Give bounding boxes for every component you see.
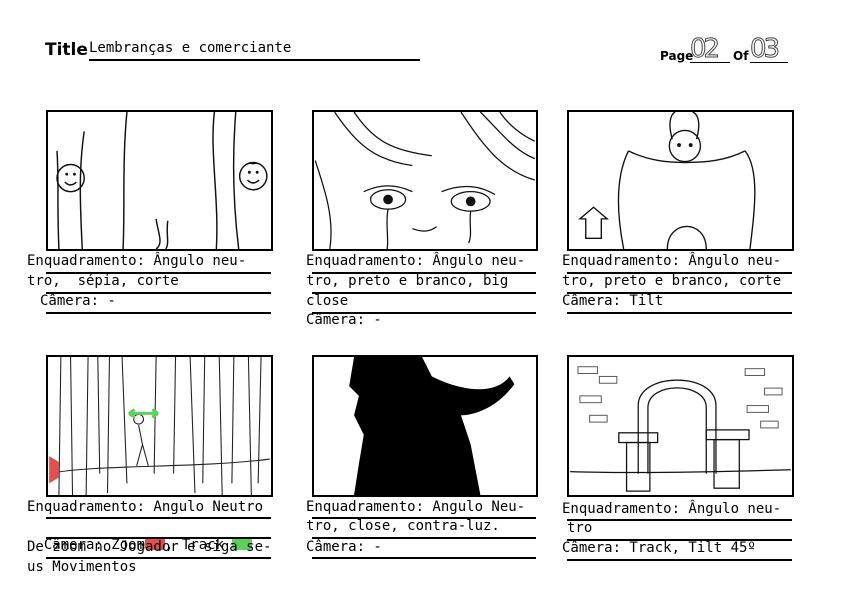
panel-4-caption-line-3: De zoom no Jogador e siga se- xyxy=(27,539,272,555)
panel-6-drawing xyxy=(570,366,791,492)
panel-2-caption-line-1: Enquadramento: Ângulo neu- xyxy=(306,253,526,269)
panel-3-drawing xyxy=(578,112,756,249)
page-label: Page xyxy=(660,49,694,63)
panel-2-caption-line-2: tro, preto e branco, big xyxy=(306,273,509,289)
panel-1-caption-line-2: tro, sépia, corte xyxy=(27,273,179,289)
panel-4-caption-line-1: Enquadramento: Angulo Neutro xyxy=(27,499,264,515)
storyboard-panel-5 xyxy=(312,355,538,497)
panel-3-rule xyxy=(567,312,792,314)
panel-3-caption-line-3: Câmera: Tilt xyxy=(562,293,664,309)
panel-1-drawing xyxy=(56,112,268,249)
panel-5-caption-line-3: Câmera: - xyxy=(306,539,382,555)
panel-3-caption-line-2: tro, preto e branco, corte xyxy=(562,273,782,289)
panel-2-caption-line-4: Câmera: - xyxy=(306,312,382,328)
panel-5-caption-line-1: Enquadramento: Angulo Neu- xyxy=(306,499,526,515)
panel-4-drawing xyxy=(49,357,270,495)
panel-1-rule xyxy=(46,312,271,314)
panel-6-rule xyxy=(567,559,792,561)
storyboard-panel-1 xyxy=(46,110,273,251)
panel-3-caption-line-1: Enquadramento: Ângulo neu- xyxy=(562,253,782,269)
panel-2-drawing xyxy=(314,112,536,249)
panel-1-caption-line-1: Enquadramento: Ângulo neu- xyxy=(27,253,247,269)
title-label: Title xyxy=(45,40,88,60)
panel-5-drawing xyxy=(349,357,515,495)
page-total: 03 xyxy=(750,36,788,63)
title-value: Lembranças e comerciante xyxy=(89,39,420,61)
storyboard-panel-4 xyxy=(46,355,273,497)
page-number: 02 xyxy=(690,36,730,63)
panel-6-rule xyxy=(567,519,792,521)
panel-6-caption-line-3: Câmera: Track, Tilt 45º xyxy=(562,540,756,556)
of-label: Of xyxy=(733,49,749,63)
panel-5-caption-line-2: tro, close, contra-luz. xyxy=(306,518,500,534)
panel-5-rule xyxy=(312,557,536,559)
storyboard-panel-2 xyxy=(312,110,538,251)
panel-4-caption-line-4: us Movimentos xyxy=(27,559,137,575)
storyboard-panel-6 xyxy=(567,355,794,497)
panel-6-caption-line-1: Enquadramento: Ângulo neu- xyxy=(562,501,782,517)
panel-2-caption-line-3: close xyxy=(306,293,349,309)
panel-6-caption-line-2: tro xyxy=(567,520,593,536)
storyboard-panel-3 xyxy=(567,110,794,251)
panel-1-caption-line-3: Câmera: - xyxy=(40,293,116,309)
